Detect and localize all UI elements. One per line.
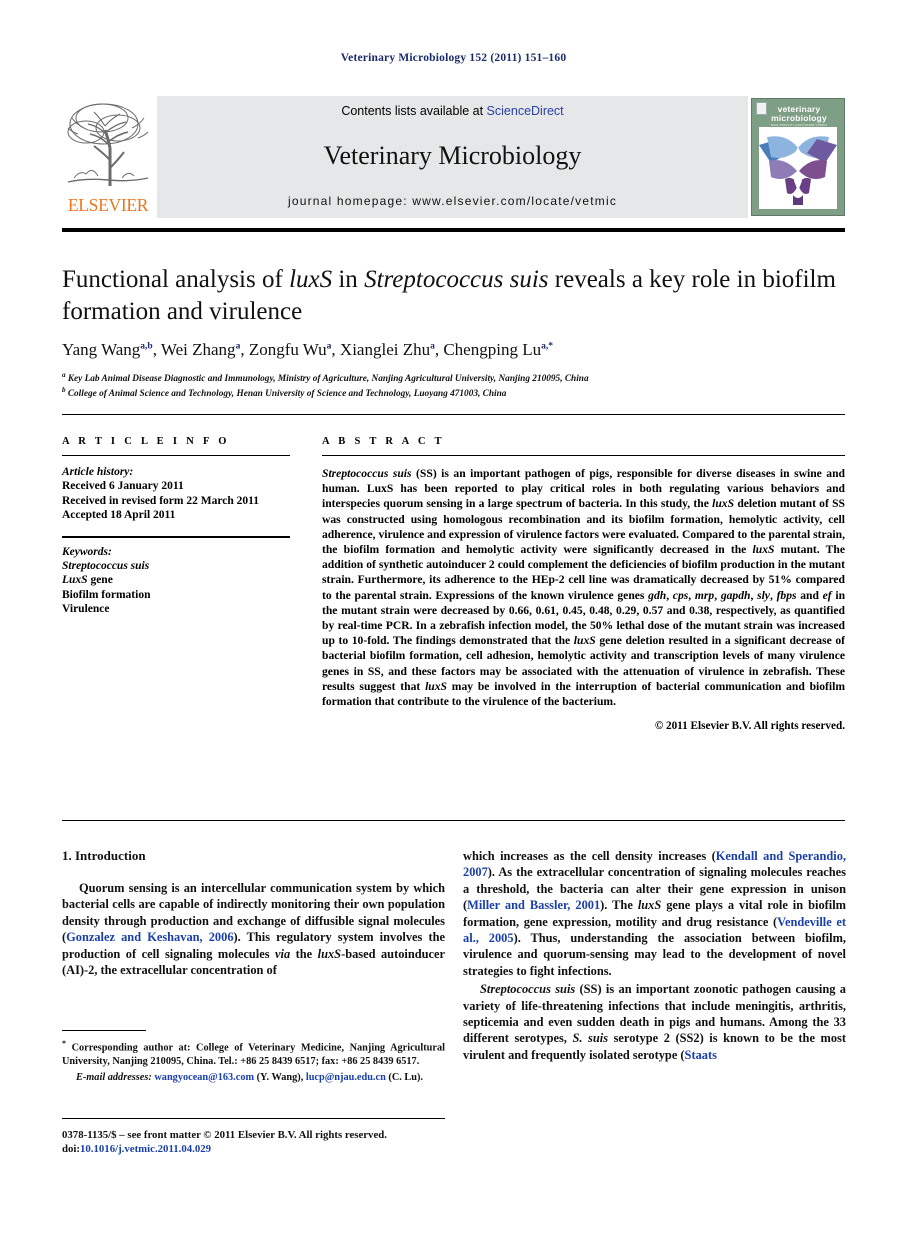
author[interactable]: Wei Zhang: [161, 340, 236, 359]
email-owner-1: (Y. Wang),: [256, 1072, 304, 1084]
article-history-item: Received 6 January 2011: [62, 480, 184, 492]
paragraph: Quorum sensing is an intercellular commu…: [62, 881, 446, 978]
abstract-column: A B S T R A C T Streptococcus suis (SS) …: [322, 436, 845, 732]
affiliation-b: b College of Animal Science and Technolo…: [62, 386, 852, 399]
elsevier-tree-icon: [67, 103, 149, 186]
article-info-rule: [62, 455, 290, 456]
keyword-item: Virulence: [62, 603, 110, 615]
author-affil-marker: a: [235, 341, 241, 352]
author[interactable]: Chengping Lu: [443, 340, 541, 359]
keyword-text: Streptococcus suis: [62, 559, 150, 572]
body-column-left: 1. Introduction Quorum sensing is an int…: [62, 848, 445, 980]
author-list: Yang Wanga,b, Wei Zhanga, Zongfu Wua, Xi…: [62, 340, 553, 359]
abstract-text: Streptococcus suis (SS) is an important …: [322, 467, 846, 709]
citation-link[interactable]: Gonzalez and Keshavan, 2006: [66, 930, 233, 944]
citation-link[interactable]: Staats: [685, 1048, 717, 1062]
author-affil-marker: a,*: [541, 341, 553, 352]
affiliation-marker: b: [62, 386, 66, 394]
cover-butterfly-graphic-icon: [759, 136, 837, 205]
article-info-heading: A R T I C L E I N F O: [62, 436, 230, 447]
masthead-divider: [62, 228, 845, 232]
citation-link[interactable]: Miller and Bassler, 2001: [467, 898, 600, 912]
title-gene-luxs: luxS: [289, 266, 333, 293]
abstract-section-bottom-rule: [62, 820, 845, 821]
elsevier-logo: ELSEVIER: [62, 96, 154, 218]
email-link-2[interactable]: lucp@njau.edu.cn: [306, 1072, 386, 1083]
section-heading-introduction: 1. Introduction: [62, 848, 146, 863]
email-owner-2: (C. Lu).: [388, 1072, 424, 1084]
title-species: Streptococcus suis: [364, 266, 549, 293]
keyword-item: LuxS gene: [62, 574, 113, 586]
keyword-item: Streptococcus suis: [62, 559, 290, 574]
journal-article-page: Veterinary Microbiology 152 (2011) 151–1…: [0, 0, 907, 1238]
contents-prefix: Contents lists available at: [341, 104, 487, 118]
contents-available-line: Contents lists available at ScienceDirec…: [157, 104, 748, 118]
affiliation-text: Key Lab Animal Disease Diagnostic and Im…: [67, 374, 589, 385]
email-note: E-mail addresses: wangyocean@163.com (Y.…: [62, 1071, 445, 1084]
sciencedirect-banner: Contents lists available at ScienceDirec…: [157, 96, 748, 218]
journal-homepage[interactable]: journal homepage: www.elsevier.com/locat…: [157, 194, 748, 208]
article-history-item: Received in revised form 22 March 2011: [62, 494, 259, 507]
title-segment-1: Functional analysis of: [62, 266, 290, 293]
journal-cover-thumbnail: veterinary microbiology www.elsevier.com…: [751, 98, 845, 216]
abstract-heading: A B S T R A C T: [322, 436, 445, 447]
affiliation-a: a Key Lab Animal Disease Diagnostic and …: [62, 371, 852, 384]
doi-label: doi:: [62, 1143, 80, 1155]
article-history-item: Accepted 18 April 2011: [62, 509, 176, 521]
article-info-column: A R T I C L E I N F O Article history: R…: [62, 436, 290, 617]
footnote-block: * Corresponding author at: College of Ve…: [62, 1030, 445, 1085]
footer-rule: [62, 1118, 445, 1119]
affiliation-text: College of Animal Science and Technology…: [67, 389, 507, 400]
abstract-copyright: © 2011 Elsevier B.V. All rights reserved…: [654, 720, 845, 733]
corresponding-author-note: * Corresponding author at: College of Ve…: [62, 1037, 445, 1068]
affiliation-marker: a: [62, 371, 66, 379]
paragraph: which increases as the cell density incr…: [463, 849, 847, 978]
page-title: Functional analysis of luxS in Streptoco…: [62, 264, 852, 328]
cover-artwork: [759, 127, 837, 209]
citation-link[interactable]: Vendeville et al., 2005: [463, 915, 846, 945]
paragraph: Streptococcus suis (SS) is an important …: [463, 982, 846, 1062]
author-affil-marker: a,b: [140, 341, 153, 352]
sciencedirect-link[interactable]: ScienceDirect: [487, 104, 564, 118]
author-affil-marker: a: [326, 341, 332, 352]
info-section-top-rule: [62, 414, 845, 415]
email-label: E-mail addresses:: [76, 1072, 152, 1084]
keywords-label: Keywords:: [62, 545, 112, 558]
elsevier-wordmark: ELSEVIER: [67, 195, 149, 215]
keyword-item: Biofilm formation: [62, 588, 151, 601]
body-column-right: which increases as the cell density incr…: [463, 848, 846, 1065]
citation-link[interactable]: Kendall and Sperandio, 2007: [463, 849, 846, 879]
author-affil-marker: a: [430, 341, 435, 352]
footnote-rule: [62, 1030, 146, 1031]
doi-line: doi:10.1016/j.vetmic.2011.04.029: [62, 1142, 562, 1156]
keywords-rule: [62, 535, 290, 538]
front-matter-line: 0378-1135/$ – see front matter © 2011 El…: [62, 1129, 387, 1141]
doi-link[interactable]: 10.1016/j.vetmic.2011.04.029: [80, 1143, 211, 1155]
corresponding-marker: *: [62, 1039, 66, 1048]
journal-title: Veterinary Microbiology: [323, 141, 582, 170]
cover-title-line2: microbiology: [771, 113, 827, 123]
abstract-rule: [322, 455, 845, 456]
email-link-1[interactable]: wangyocean@163.com: [154, 1072, 254, 1083]
page-footer: 0378-1135/$ – see front matter © 2011 El…: [62, 1128, 562, 1156]
author[interactable]: Xianglei Zhu: [340, 340, 430, 359]
author[interactable]: Yang Wang: [62, 340, 140, 359]
author[interactable]: Zongfu Wu: [249, 340, 327, 359]
journal-masthead: ELSEVIER Contents lists available at Sci…: [62, 96, 845, 218]
title-segment-2: in: [332, 266, 365, 293]
article-history-label: Article history:: [62, 466, 134, 478]
cover-title: veterinary microbiology: [752, 105, 844, 123]
corresponding-author-text: Corresponding author at: College of Vete…: [62, 1042, 445, 1067]
running-head: Veterinary Microbiology 152 (2011) 151–1…: [340, 52, 567, 64]
